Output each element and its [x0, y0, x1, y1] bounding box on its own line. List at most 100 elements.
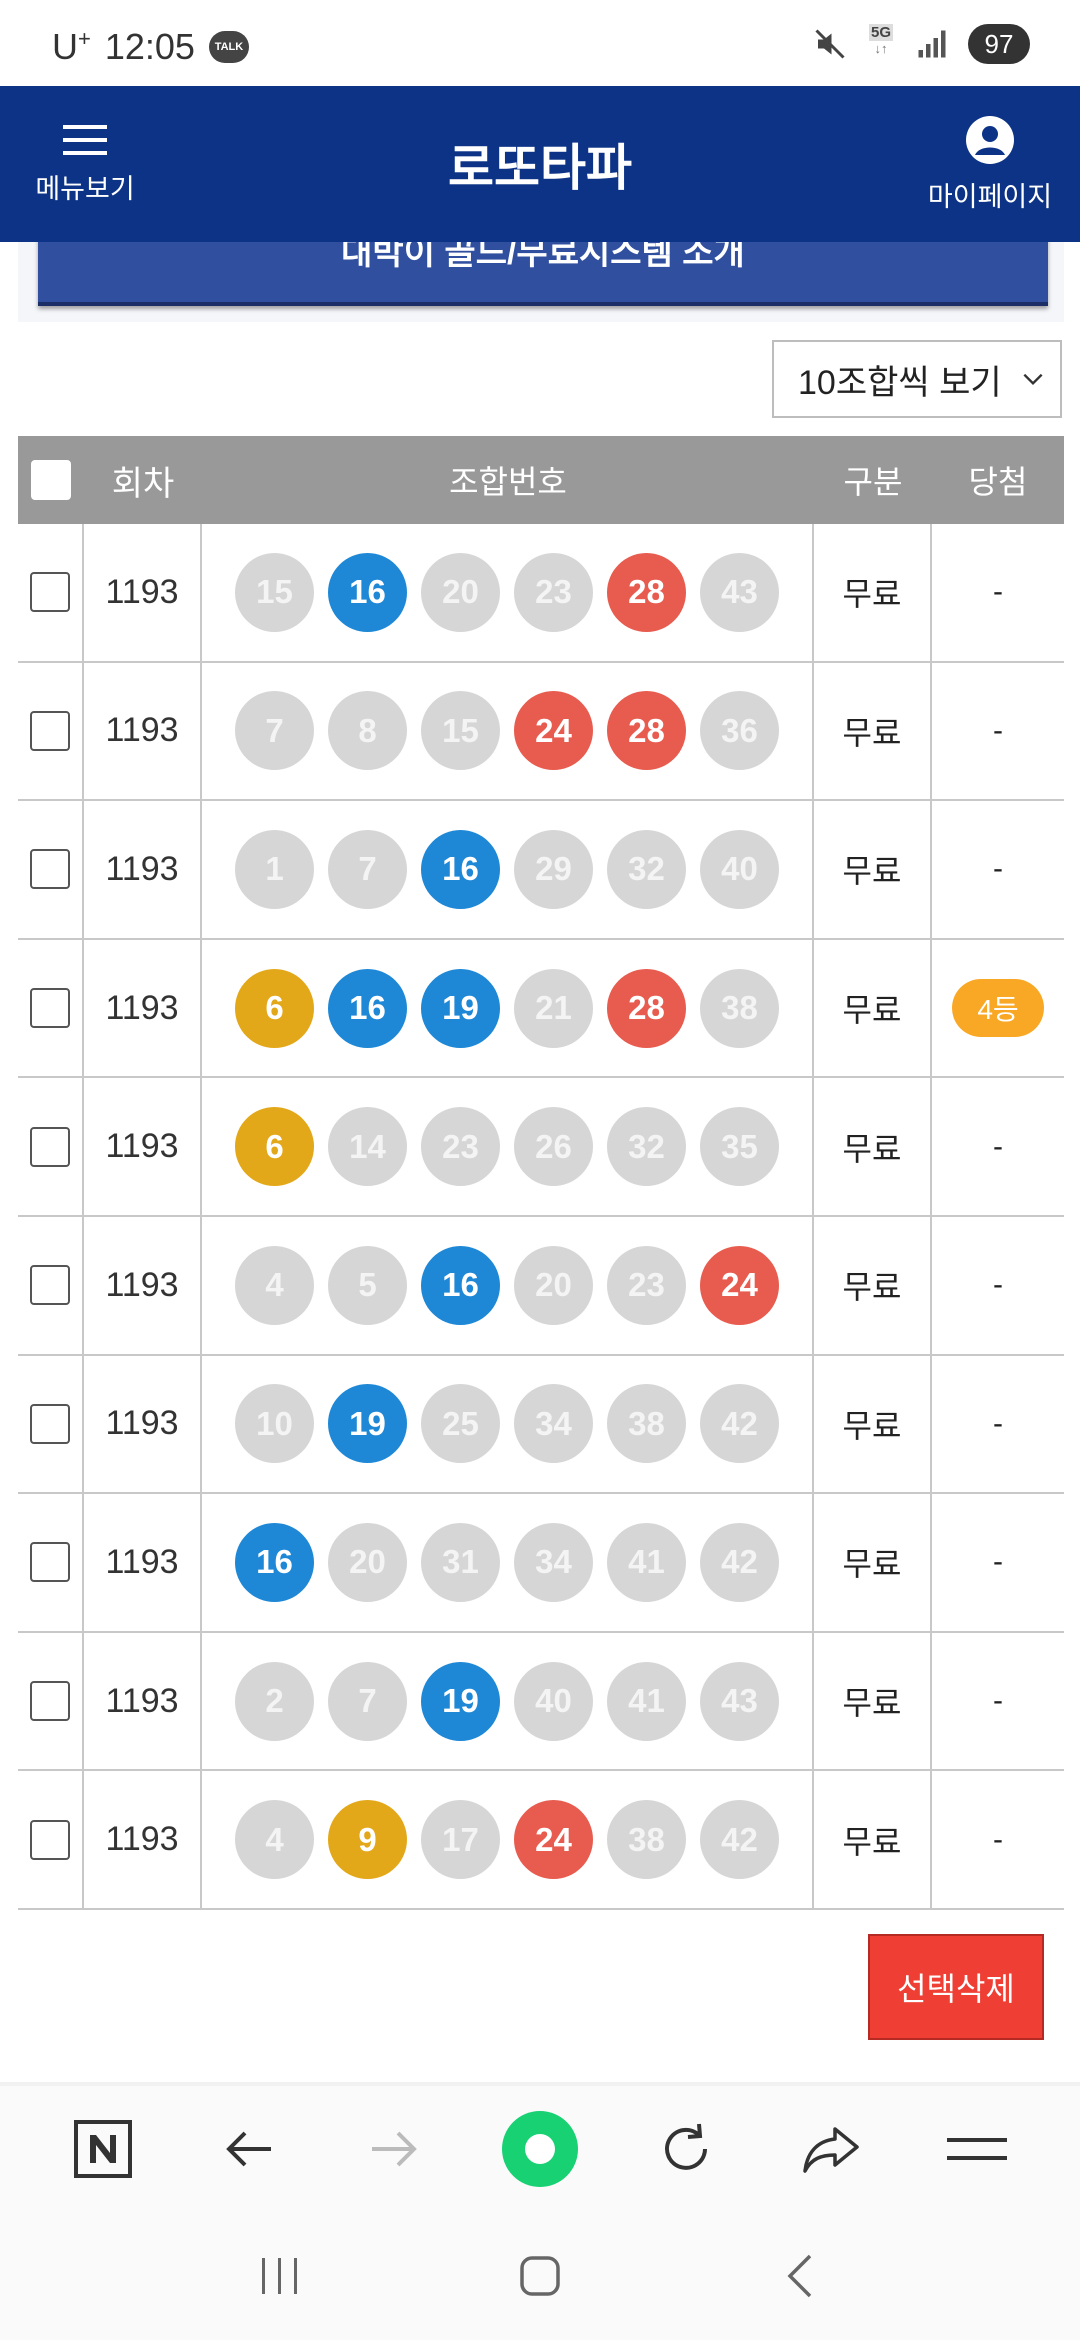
lotto-ball: 41 — [607, 1661, 686, 1741]
system-back-button[interactable] — [755, 2231, 845, 2321]
menu-icon — [947, 2138, 1008, 2160]
select-all-checkbox[interactable] — [31, 460, 71, 500]
share-icon — [803, 2127, 860, 2173]
naver-n-icon — [73, 2120, 132, 2178]
win-cell: - — [993, 575, 1003, 609]
carrier-name: U — [52, 26, 78, 67]
type-cell: 무료 — [814, 662, 932, 800]
hamburger-icon — [63, 124, 107, 155]
network-5g-icon: 5G ↓↑ — [868, 24, 893, 56]
lotto-ball: 42 — [700, 1522, 779, 1602]
row-select-cell — [18, 939, 84, 1077]
row-checkbox[interactable] — [30, 1403, 70, 1444]
refresh-button[interactable] — [641, 2104, 731, 2194]
win-cell: - — [993, 1268, 1003, 1302]
mute-icon — [815, 29, 845, 59]
lotto-ball: 23 — [607, 1245, 686, 1325]
account-icon — [966, 115, 1014, 164]
back-button[interactable] — [204, 2104, 294, 2194]
carrier-plus: + — [78, 26, 91, 51]
lotto-ball: 42 — [700, 1384, 779, 1464]
row-checkbox[interactable] — [30, 988, 70, 1029]
lotto-ball: 34 — [514, 1522, 593, 1602]
lotto-ball: 23 — [421, 1107, 500, 1187]
table-header: 회차 조합번호 구분 당첨 — [18, 436, 1064, 524]
win-cell: - — [993, 852, 1003, 886]
lotto-ball: 24 — [514, 691, 593, 771]
lotto-ball: 20 — [328, 1522, 407, 1602]
row-select-cell — [18, 1355, 84, 1493]
lotto-ball: 7 — [328, 829, 407, 909]
mypage-button-label: 마이페이지 — [927, 181, 1053, 212]
round-cell: 1193 — [84, 1078, 202, 1215]
lotto-ball: 21 — [514, 968, 593, 1048]
table-row: 1193 7 8 15 24 28 36 무료 - — [18, 662, 1064, 802]
status-left: U+ 12:05 TALK — [52, 26, 249, 68]
row-checkbox[interactable] — [30, 1126, 70, 1167]
lotto-ball: 28 — [607, 552, 686, 632]
lotto-ball: 6 — [235, 968, 314, 1048]
type-cell: 무료 — [814, 1216, 932, 1354]
system-nav-bar — [0, 2212, 1080, 2340]
lotto-ball: 7 — [328, 1661, 407, 1741]
lotto-ball: 16 — [328, 968, 407, 1048]
battery-indicator: 97 — [968, 24, 1030, 64]
status-right: 5G ↓↑ 97 — [812, 24, 1030, 64]
system-intro-button[interactable]: 대박이 골드/무료시스템 소개 — [38, 232, 1048, 306]
recent-apps-button[interactable] — [235, 2231, 325, 2321]
table-row: 1193 6 14 23 26 32 35 무료 - — [18, 1078, 1064, 1217]
lotto-ball: 7 — [235, 691, 314, 771]
menu-button[interactable]: 메뉴보기 — [20, 86, 150, 242]
win-cell: - — [993, 713, 1003, 747]
row-checkbox[interactable] — [30, 1265, 70, 1306]
back-icon — [787, 2254, 812, 2298]
row-checkbox[interactable] — [30, 849, 70, 890]
lotto-ball: 16 — [421, 1245, 500, 1325]
lotto-ball: 16 — [421, 829, 500, 909]
table-row: 1193 15 16 20 23 28 43 무료 - — [18, 524, 1064, 663]
numbers-cell: 7 8 15 24 28 36 — [202, 662, 814, 800]
row-checkbox[interactable] — [30, 1681, 70, 1722]
talk-notification-icon: TALK — [208, 31, 249, 63]
table-row: 1193 16 20 31 34 41 42 무료 - — [18, 1494, 1064, 1633]
lotto-ball: 15 — [421, 691, 500, 771]
type-cell: 무료 — [814, 1632, 932, 1770]
row-checkbox[interactable] — [30, 710, 70, 751]
row-checkbox[interactable] — [30, 1819, 70, 1860]
numbers-cell: 2 7 19 40 41 43 — [202, 1632, 814, 1770]
naver-home-button[interactable] — [58, 2104, 148, 2194]
numbers-cell: 1 7 16 29 32 40 — [202, 801, 814, 938]
row-checkbox[interactable] — [30, 1542, 70, 1583]
lotto-ball: 43 — [700, 1661, 779, 1741]
green-dot-button[interactable] — [495, 2104, 585, 2194]
numbers-cell: 4 9 17 24 38 42 — [202, 1771, 814, 1908]
status-bar: U+ 12:05 TALK 5G ↓↑ 97 — [0, 0, 1080, 86]
delete-selected-button[interactable]: 선택삭제 — [868, 1934, 1044, 2040]
win-rank-badge: 4등 — [952, 979, 1044, 1038]
home-button[interactable] — [495, 2231, 585, 2321]
lotto-ball: 24 — [514, 1800, 593, 1880]
forward-arrow-icon — [372, 2131, 418, 2167]
chevron-down-icon — [1023, 373, 1043, 386]
lotto-ball: 1 — [235, 829, 314, 909]
lotto-ball: 36 — [700, 691, 779, 771]
lotto-ball: 41 — [607, 1522, 686, 1602]
view-count-select[interactable]: 10조합씩 보기 — [772, 340, 1062, 418]
forward-button[interactable] — [349, 2104, 439, 2194]
win-cell: - — [993, 1822, 1003, 1856]
lotto-ball: 32 — [607, 829, 686, 909]
row-checkbox[interactable] — [30, 572, 70, 613]
round-cell: 1193 — [84, 1355, 202, 1493]
lotto-ball: 28 — [607, 691, 686, 771]
numbers-cell: 10 19 25 34 38 42 — [202, 1355, 814, 1493]
browser-menu-button[interactable] — [932, 2104, 1022, 2194]
share-button[interactable] — [786, 2104, 876, 2194]
mypage-button[interactable]: 마이페이지 — [920, 86, 1060, 242]
header-type: 구분 — [843, 464, 903, 500]
numbers-cell: 6 16 19 21 28 38 — [202, 939, 814, 1077]
view-count-value: 10조합씩 보기 — [798, 363, 1002, 402]
lotto-ball: 9 — [328, 1800, 407, 1880]
win-cell: 4등 — [932, 940, 1064, 1077]
round-cell: 1193 — [84, 662, 202, 800]
win-cell: - — [993, 1129, 1003, 1163]
